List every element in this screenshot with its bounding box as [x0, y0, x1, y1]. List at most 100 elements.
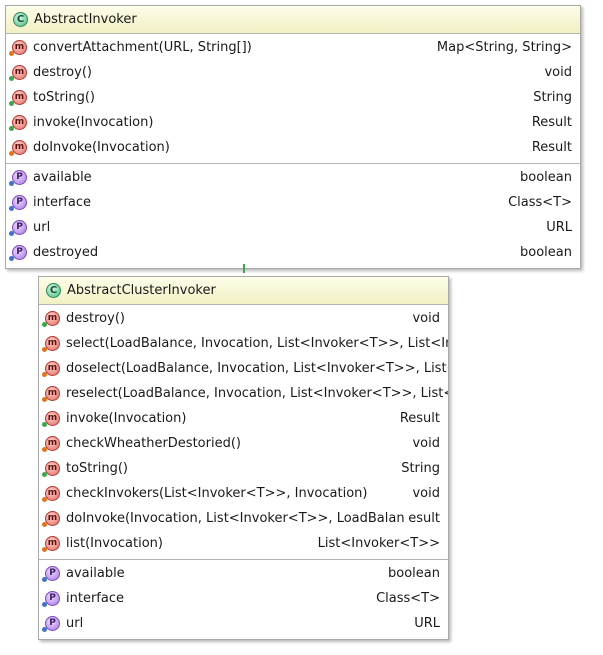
property-row[interactable]: Pavailable boolean — [39, 561, 448, 586]
visibility-marker-icon — [9, 126, 14, 131]
method-signature: destroy() — [33, 65, 92, 80]
property-icon-wrap: P — [9, 220, 27, 236]
visibility-marker-icon — [9, 231, 14, 236]
method-icon-wrap: m — [42, 436, 60, 452]
property-icon: P — [12, 170, 27, 185]
visibility-marker-icon — [42, 322, 47, 327]
visibility-marker-icon — [9, 76, 14, 81]
method-row[interactable]: m doInvoke(Invocation, List<Invoker<T>>, … — [39, 506, 448, 531]
method-row[interactable]: m toString() String — [39, 456, 448, 481]
class-title: AbstractClusterInvoker — [67, 283, 216, 298]
return-type: Result — [396, 406, 440, 431]
return-type: List<Invoker<T>> — [314, 531, 440, 556]
abstract-cluster-invoker-header[interactable]: C AbstractClusterInvoker — [39, 277, 448, 305]
property-icon: P — [12, 220, 27, 235]
method-icon-wrap: m — [42, 311, 60, 327]
method-icon-wrap: m — [9, 140, 27, 156]
property-row[interactable]: Pinterface Class<T> — [39, 586, 448, 611]
method-row[interactable]: m doselect(LoadBalance, Invocation, List<… — [39, 356, 448, 381]
visibility-marker-icon — [42, 372, 47, 377]
method-icon: m — [45, 311, 60, 326]
method-icon: m — [45, 461, 60, 476]
method-signature: invoke(Invocation) — [66, 411, 187, 426]
visibility-marker-icon — [42, 577, 47, 582]
property-row[interactable]: Pinterface Class<T> — [6, 190, 580, 215]
method-icon-wrap: m — [42, 386, 60, 402]
method-signature: checkWheatherDestoried() — [66, 436, 241, 451]
class-title: AbstractInvoker — [34, 12, 137, 27]
property-icon-wrap: P — [42, 566, 60, 582]
property-type: URL — [411, 611, 440, 636]
method-row[interactable]: m invoke(Invocation) Result — [39, 406, 448, 431]
method-icon: m — [45, 436, 60, 451]
method-icon: m — [45, 361, 60, 376]
method-row[interactable]: m list(Invocation) List<Invoker<T>> — [39, 531, 448, 556]
property-icon: P — [45, 591, 60, 606]
method-row[interactable]: m destroy() void — [39, 306, 448, 331]
method-icon: m — [45, 386, 60, 401]
property-icon-wrap: P — [9, 245, 27, 261]
method-icon: m — [45, 411, 60, 426]
property-icon: P — [12, 195, 27, 210]
property-row[interactable]: Purl URL — [39, 611, 448, 636]
property-name: interface — [33, 195, 91, 210]
method-icon: m — [12, 115, 27, 130]
method-icon: m — [45, 511, 60, 526]
method-icon-wrap: m — [9, 65, 27, 81]
properties-section: Pavailable boolean Pinterface Class<T> Purl U… — [6, 163, 580, 268]
property-type: URL — [543, 215, 572, 240]
method-row[interactable]: m invoke(Invocation) Result — [6, 110, 580, 135]
method-signature: toString() — [33, 90, 95, 105]
method-row[interactable]: m convertAttachment(URL, String[]) Map<Str… — [6, 35, 580, 60]
visibility-marker-icon — [42, 447, 47, 452]
method-row[interactable]: m toString() String — [6, 85, 580, 110]
visibility-marker-icon — [9, 206, 14, 211]
property-name: available — [33, 170, 92, 185]
property-icon-wrap: P — [42, 591, 60, 607]
visibility-marker-icon — [42, 497, 47, 502]
method-icon: m — [12, 140, 27, 155]
property-icon: P — [45, 566, 60, 581]
method-icon: m — [45, 536, 60, 551]
return-type: String — [530, 85, 572, 110]
method-row[interactable]: m destroy() void — [6, 60, 580, 85]
property-icon-wrap: P — [42, 616, 60, 632]
property-name: destroyed — [33, 245, 99, 260]
visibility-marker-icon — [42, 397, 47, 402]
abstract-invoker-card: C AbstractInvoker m convertAttachment(URL… — [5, 5, 581, 269]
return-type: String — [398, 456, 440, 481]
method-icon-wrap: m — [42, 511, 60, 527]
property-row[interactable]: Pdestroyed boolean — [6, 240, 580, 265]
method-icon-wrap: m — [42, 536, 60, 552]
property-icon: P — [45, 616, 60, 631]
method-icon: m — [12, 40, 27, 55]
visibility-marker-icon — [9, 256, 14, 261]
property-name: url — [33, 220, 51, 235]
method-icon-wrap: m — [9, 115, 27, 131]
abstract-cluster-invoker-card: C AbstractClusterInvoker m destroy() void m… — [38, 276, 449, 640]
method-signature: doInvoke(Invocation) — [33, 140, 170, 155]
property-name: url — [66, 616, 84, 631]
return-type: void — [541, 60, 572, 85]
property-row[interactable]: Pavailable boolean — [6, 165, 580, 190]
method-icon-wrap: m — [42, 486, 60, 502]
method-signature: reselect(LoadBalance, Invocation, List<I… — [66, 386, 448, 401]
abstract-invoker-header[interactable]: C AbstractInvoker — [6, 6, 580, 34]
method-icon-wrap: m — [42, 361, 60, 377]
return-type: void — [409, 481, 440, 506]
method-row[interactable]: m checkInvokers(List<Invoker<T>>, Invocat… — [39, 481, 448, 506]
visibility-marker-icon — [42, 602, 47, 607]
property-row[interactable]: Purl URL — [6, 215, 580, 240]
property-icon: P — [12, 245, 27, 260]
method-row[interactable]: m doInvoke(Invocation) Result — [6, 135, 580, 160]
method-row[interactable]: m checkWheatherDestoried() void — [39, 431, 448, 456]
methods-section: m convertAttachment(URL, String[]) Map<Str… — [6, 34, 580, 163]
method-row[interactable]: m select(LoadBalance, Invocation, List<In… — [39, 331, 448, 356]
method-icon: m — [12, 90, 27, 105]
inheritance-connector — [243, 264, 245, 273]
method-row[interactable]: m reselect(LoadBalance, Invocation, List<… — [39, 381, 448, 406]
visibility-marker-icon — [42, 627, 47, 632]
visibility-marker-icon — [42, 522, 47, 527]
properties-section: Pavailable boolean Pinterface Class<T> Purl U… — [39, 559, 448, 639]
property-type: Class<T> — [505, 190, 572, 215]
